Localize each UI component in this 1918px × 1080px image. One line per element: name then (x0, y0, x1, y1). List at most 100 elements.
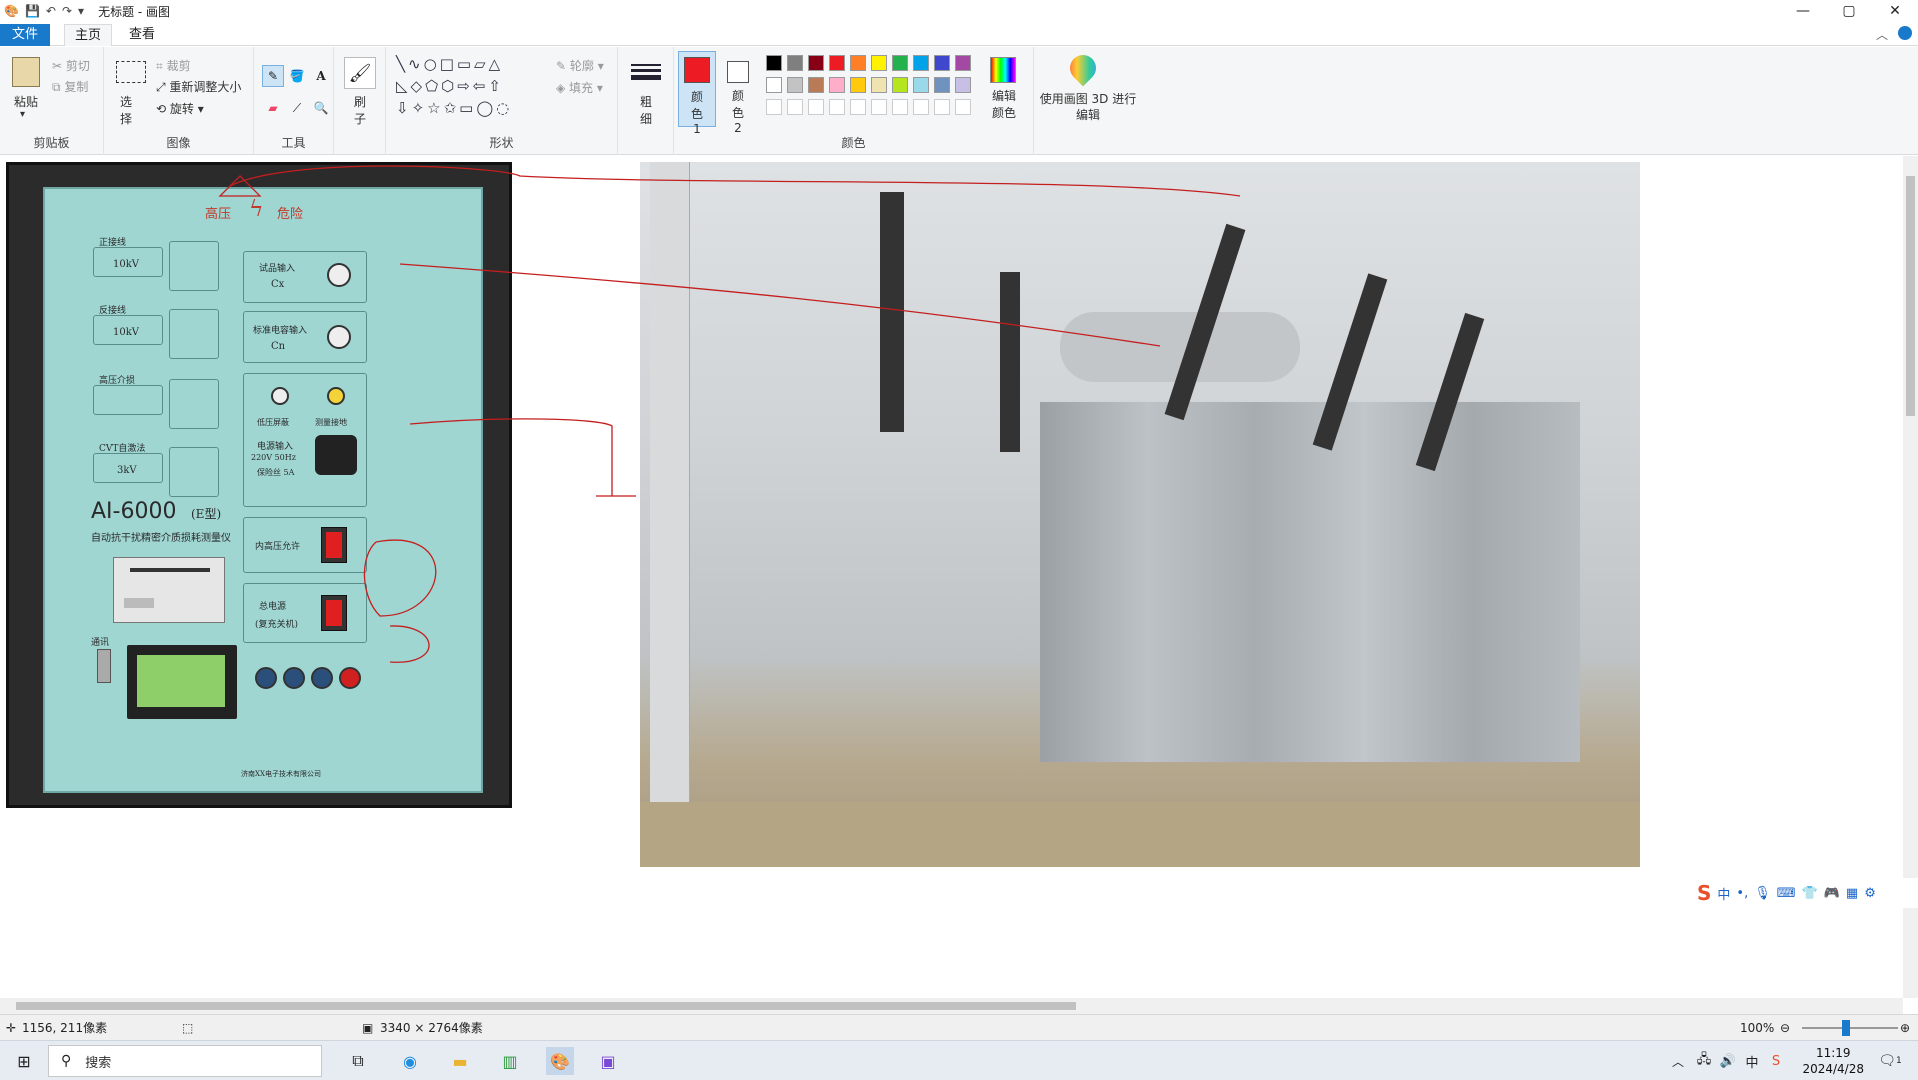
ime-keyboard-icon[interactable]: ⌨ (1777, 886, 1796, 901)
ime-settings-icon[interactable]: ⚙ (1864, 886, 1876, 901)
palette-color-swatch[interactable] (829, 77, 845, 93)
fill-icon[interactable]: 🪣 (286, 65, 308, 87)
paste-dropdown-icon[interactable]: ▾ (20, 109, 25, 120)
palette-empty-swatch[interactable] (871, 99, 887, 115)
select-icon[interactable] (116, 61, 146, 83)
magnifier-icon[interactable]: 🔍 (310, 97, 332, 119)
ime-game-icon[interactable]: 🎮 (1824, 886, 1840, 901)
outline-button[interactable]: ✎ 轮廓 ▾ (556, 57, 604, 74)
palette-color-swatch[interactable] (808, 77, 824, 93)
zoom-slider[interactable] (1802, 1027, 1898, 1029)
palette-color-swatch[interactable] (829, 55, 845, 71)
tab-file[interactable]: 文件 (0, 24, 50, 46)
eraser-icon[interactable]: ▰ (262, 97, 284, 119)
paste-button[interactable]: 粘贴 (14, 93, 38, 110)
copy-button[interactable]: ⧉ 复制 (52, 78, 88, 95)
minimize-button[interactable]: — (1780, 0, 1826, 22)
palette-color-swatch[interactable] (808, 55, 824, 71)
palette-empty-swatch[interactable] (850, 99, 866, 115)
palette-empty-swatch[interactable] (808, 99, 824, 115)
drawing-canvas[interactable]: 高压 ϟ 危险 正接线 10kV 反接线 10kV 高压介损 CVT自激法 3k… (0, 156, 1900, 998)
palette-color-swatch[interactable] (871, 55, 887, 71)
palette-color-swatch[interactable] (913, 77, 929, 93)
palette-color-swatch[interactable] (766, 55, 782, 71)
maximize-button[interactable]: ▢ (1826, 0, 1872, 22)
tab-view[interactable]: 查看 (122, 24, 162, 46)
notification-icon[interactable]: 🗨 1 (1876, 1047, 1904, 1075)
palette-color-swatch[interactable] (766, 77, 782, 93)
paint3d-button[interactable]: 使用画图 3D 进行编辑 (1038, 91, 1138, 123)
ime-punct-icon[interactable]: •, (1736, 886, 1748, 901)
shapes-row-3-icon[interactable]: ⇩✧☆✩▭◯◌ (396, 99, 512, 117)
edit-colors-button[interactable]: 编辑颜色 (982, 51, 1026, 127)
close-button[interactable]: ✕ (1872, 0, 1918, 22)
ime-apps-icon[interactable]: ▦ (1846, 886, 1858, 901)
brush-icon[interactable]: 🖌 (344, 57, 376, 89)
color1-button[interactable]: 颜色 1 (678, 51, 716, 136)
fill-button[interactable]: ◈ 填充 ▾ (556, 79, 603, 96)
vertical-scroll-thumb[interactable] (1906, 176, 1915, 416)
palette-empty-swatch[interactable] (955, 99, 971, 115)
palette-color-swatch[interactable] (892, 55, 908, 71)
tab-home[interactable]: 主页 (64, 24, 112, 46)
pencil-icon[interactable]: ✎ (262, 65, 284, 87)
vertical-scrollbar[interactable] (1903, 156, 1918, 998)
select-button[interactable]: 选择 (120, 93, 140, 127)
taskbar-search[interactable]: ⚲ 搜索 (48, 1045, 322, 1077)
file-explorer-icon[interactable]: ▬ (446, 1047, 474, 1075)
palette-empty-swatch[interactable] (766, 99, 782, 115)
resize-button[interactable]: ⤢ 重新调整大小 (156, 78, 241, 95)
brush-button[interactable]: 刷子 (352, 93, 368, 127)
palette-color-swatch[interactable] (955, 77, 971, 93)
ime-lang-toggle[interactable]: 中 (1717, 884, 1730, 903)
color-picker-icon[interactable]: ⟋ (286, 97, 308, 119)
palette-color-swatch[interactable] (871, 77, 887, 93)
palette-color-swatch[interactable] (850, 77, 866, 93)
shapes-row-1-icon[interactable]: ╲∿○□▭▱△ (396, 55, 503, 73)
text-tool-icon[interactable]: A (310, 65, 332, 87)
ime-skin-icon[interactable]: 👕 (1802, 886, 1818, 901)
palette-color-swatch[interactable] (787, 55, 803, 71)
chart-app-icon[interactable]: ▥ (496, 1047, 524, 1075)
palette-empty-swatch[interactable] (787, 99, 803, 115)
color2-button[interactable]: 颜色 2 (720, 51, 758, 135)
sogou-tray-icon[interactable]: S (1762, 1047, 1790, 1075)
system-clock[interactable]: 11:19 2024/4/28 (1802, 1045, 1864, 1077)
palette-color-swatch[interactable] (892, 77, 908, 93)
palette-empty-swatch[interactable] (829, 99, 845, 115)
redo-icon[interactable]: ↷ (62, 4, 72, 18)
shapes-row-2-icon[interactable]: ◺◇⬠⬡⇨⇦⇧ (396, 77, 504, 95)
zoom-slider-thumb[interactable] (1842, 1020, 1850, 1036)
windows-start-icon[interactable]: ⊞ (10, 1047, 38, 1075)
zoom-out-icon[interactable]: ⊖ (1780, 1021, 1790, 1035)
save-icon[interactable]: 💾 (25, 4, 40, 18)
sogou-logo-icon[interactable]: S (1697, 881, 1711, 905)
tray-chevron-icon[interactable]: ︿ (1664, 1047, 1692, 1075)
palette-color-swatch[interactable] (913, 55, 929, 71)
palette-color-swatch[interactable] (934, 77, 950, 93)
paste-icon[interactable] (12, 57, 40, 87)
palette-color-swatch[interactable] (850, 55, 866, 71)
palette-empty-swatch[interactable] (913, 99, 929, 115)
help-icon[interactable] (1898, 26, 1912, 40)
size-icon[interactable] (630, 57, 662, 87)
chat-app-icon[interactable]: ▣ (594, 1047, 622, 1075)
palette-empty-swatch[interactable] (934, 99, 950, 115)
horizontal-scroll-thumb[interactable] (16, 1002, 1076, 1010)
rotate-button[interactable]: ⟲ 旋转 ▾ (156, 100, 204, 117)
palette-color-swatch[interactable] (787, 77, 803, 93)
collapse-ribbon-icon[interactable]: ︿ (1876, 26, 1888, 43)
undo-icon[interactable]: ↶ (46, 4, 56, 18)
horizontal-scrollbar[interactable] (0, 998, 1903, 1014)
task-view-icon[interactable]: ⧉ (344, 1047, 372, 1075)
paint3d-icon[interactable] (1064, 49, 1102, 87)
customize-qat-icon[interactable]: ▾ (78, 4, 84, 18)
palette-color-swatch[interactable] (934, 55, 950, 71)
crop-button[interactable]: ⌗ 裁剪 (156, 57, 191, 74)
zoom-in-icon[interactable]: ⊕ (1900, 1021, 1910, 1035)
paint-taskbar-icon[interactable]: 🎨 (546, 1047, 574, 1075)
cut-button[interactable]: ✂ 剪切 (52, 57, 90, 74)
size-button[interactable]: 粗细 (636, 93, 656, 127)
palette-color-swatch[interactable] (955, 55, 971, 71)
palette-empty-swatch[interactable] (892, 99, 908, 115)
